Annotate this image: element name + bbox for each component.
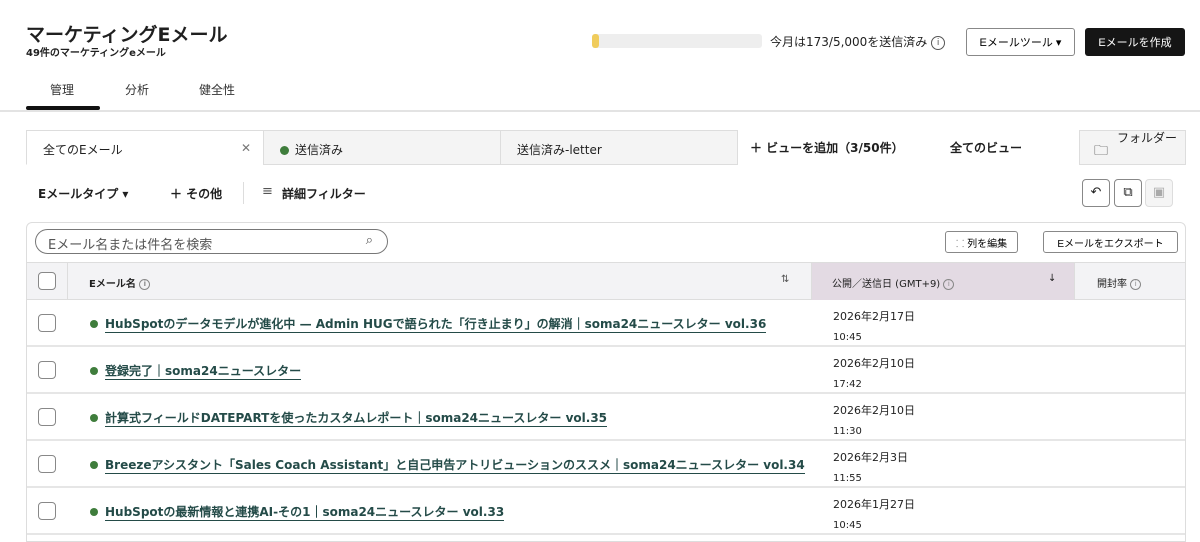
search-input[interactable]: Eメール名または件名を検索 ⌕: [35, 229, 388, 254]
folder-button[interactable]: 🗀 フォルダー: [1079, 130, 1186, 165]
usage-text: 今月は173/5,000を送信済み: [770, 35, 928, 49]
more-filters-button[interactable]: ＋ その他: [170, 185, 222, 202]
email-name-link[interactable]: 登録完了｜soma24ニュースレター: [105, 363, 302, 380]
table-row: 登録完了｜soma24ニュースレター 2026年2月10日 17:42: [27, 347, 1185, 395]
status-dot-icon: [280, 146, 289, 155]
close-icon[interactable]: ✕: [241, 141, 251, 155]
view-tab-label: 送信済み-letter: [517, 143, 602, 157]
save-icon: ▣: [1145, 179, 1173, 207]
time-text: 10:45: [833, 332, 862, 343]
info-icon[interactable]: i: [139, 278, 151, 290]
status-dot-icon: [90, 367, 98, 375]
time-text: 10:45: [833, 520, 862, 531]
export-button[interactable]: Eメールをエクスポート: [1043, 231, 1178, 253]
usage-progress-bar: [592, 34, 762, 48]
page-title: マーケティングEメール: [26, 24, 228, 46]
table-row: Breezeアシスタント「Sales Coach Assistant」と自己申告…: [27, 441, 1185, 489]
edit-columns-label: 列を編集: [967, 238, 1008, 250]
tab-health[interactable]: 健全性: [199, 81, 235, 98]
row-checkbox[interactable]: [38, 408, 56, 426]
sort-icon[interactable]: ⇅: [781, 274, 789, 285]
time-text: 17:42: [833, 379, 862, 390]
column-label: 開封率: [1097, 279, 1127, 290]
column-publish-date[interactable]: 公開／送信日 (GMT+9) i ↓: [811, 263, 1075, 300]
page-subtitle: 49件のマーケティングeメール: [26, 48, 166, 59]
table-row: 計算式フィールドDATEPARTを使ったカスタムレポート｜soma24ニュースレ…: [27, 394, 1185, 442]
email-table: Eメール名または件名を検索 ⌕ ⸬ 列を編集 Eメールをエクスポート Eメール名 …: [26, 222, 1186, 542]
table-row: HubSpotの最新情報と連携AI-その1｜soma24ニュースレター vol.…: [27, 488, 1185, 536]
row-checkbox[interactable]: [38, 455, 56, 473]
time-text: 11:30: [833, 426, 862, 437]
publish-date: 2026年1月27日 10:45: [833, 494, 915, 536]
info-icon[interactable]: i: [1130, 278, 1142, 290]
all-views-button[interactable]: 全てのビュー: [950, 139, 1022, 156]
column-email-name[interactable]: Eメール名 i: [89, 275, 151, 290]
row-checkbox[interactable]: [38, 502, 56, 520]
publish-date: 2026年2月17日 10:45: [833, 306, 915, 348]
view-tab-sent-letter[interactable]: 送信済み-letter: [500, 130, 738, 165]
search-icon: ⌕: [365, 233, 373, 248]
view-tab-all-emails[interactable]: 全てのEメール ✕: [26, 130, 264, 165]
table-header: Eメール名 i ⇅ 公開／送信日 (GMT+9) i ↓ 開封率 i: [27, 262, 1185, 300]
publish-date: 2026年2月3日 11:55: [833, 447, 908, 489]
create-email-button[interactable]: Eメールを作成: [1085, 28, 1185, 56]
email-name-link[interactable]: Breezeアシスタント「Sales Coach Assistant」と自己申告…: [105, 457, 805, 474]
search-placeholder: Eメール名または件名を検索: [48, 238, 213, 253]
tab-analyze[interactable]: 分析: [125, 81, 149, 98]
publish-date: 2026年2月10日 11:30: [833, 400, 915, 442]
date-text: 2026年2月10日: [833, 357, 915, 370]
reset-icon[interactable]: ↶: [1082, 179, 1110, 207]
edit-columns-button[interactable]: ⸬ 列を編集: [945, 231, 1019, 253]
date-text: 2026年2月10日: [833, 404, 915, 417]
status-dot-icon: [90, 461, 98, 469]
view-tab-label: 全てのEメール: [43, 143, 123, 157]
column-open-rate[interactable]: 開封率 i: [1097, 275, 1142, 290]
view-tab-label: 送信済み: [295, 143, 344, 157]
divider: [243, 182, 244, 204]
view-tab-sent[interactable]: 送信済み: [263, 130, 501, 165]
status-dot-icon: [90, 320, 98, 328]
copy-icon[interactable]: ⧉: [1114, 179, 1142, 207]
email-name-link[interactable]: 計算式フィールドDATEPARTを使ったカスタムレポート｜soma24ニュースレ…: [105, 410, 608, 427]
info-icon[interactable]: i: [931, 35, 946, 50]
advanced-filters-button[interactable]: 詳細フィルター: [282, 185, 366, 202]
usage-progress-fill: [592, 34, 599, 48]
email-type-filter[interactable]: Eメールタイプ ▾: [38, 185, 128, 202]
status-dot-icon: [90, 508, 98, 516]
folder-icon: 🗀: [1094, 143, 1108, 159]
column-label: Eメール名: [89, 279, 136, 290]
add-view-button[interactable]: ＋ ビューを追加（3/50件）: [750, 139, 904, 156]
row-checkbox[interactable]: [38, 314, 56, 332]
email-name-link[interactable]: HubSpotのデータモデルが進化中 — Admin HUGで語られた「行き止ま…: [105, 316, 767, 333]
email-name-link[interactable]: HubSpotの最新情報と連携AI-その1｜soma24ニュースレター vol.…: [105, 504, 505, 521]
date-text: 2026年2月17日: [833, 310, 915, 323]
column-label: 公開／送信日 (GMT+9): [832, 279, 941, 290]
date-text: 2026年2月3日: [833, 451, 908, 464]
table-row: HubSpotのデータモデルが進化中 — Admin HUGで語られた「行き止ま…: [27, 300, 1185, 348]
tab-manage[interactable]: 管理: [50, 81, 74, 98]
date-text: 2026年1月27日: [833, 498, 915, 511]
columns-icon: ⸬: [956, 238, 968, 250]
info-icon[interactable]: i: [943, 278, 955, 290]
status-dot-icon: [90, 414, 98, 422]
filter-icon: ≡: [262, 184, 273, 199]
select-all-checkbox[interactable]: [38, 272, 56, 290]
divider: [0, 110, 1200, 112]
email-tools-button[interactable]: Eメールツール ▾: [966, 28, 1075, 56]
publish-date: 2026年2月10日 17:42: [833, 353, 915, 395]
folder-label: フォルダー: [1117, 131, 1178, 145]
row-checkbox[interactable]: [38, 361, 56, 379]
sort-desc-icon: ↓: [1048, 273, 1057, 284]
time-text: 11:55: [833, 473, 862, 484]
